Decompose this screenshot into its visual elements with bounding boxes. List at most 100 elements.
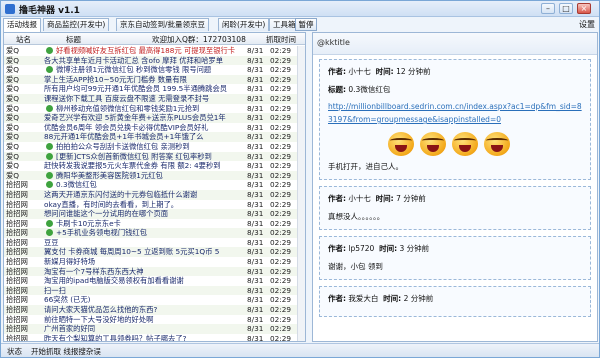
table-row[interactable]: 拾招网 okay直播，有时间的去看看，到上期了。 8/31 02:29	[4, 200, 305, 210]
table-row[interactable]: 爱Q 腾阳华美整形美容医院领1元红包 8/31 02:29	[4, 170, 305, 181]
row-title: okay直播，有时间的去看看，到上期了。	[44, 199, 179, 209]
row-site: 拾招网	[6, 266, 28, 276]
row-date: 8/31	[247, 141, 264, 151]
row-title: 前往晒特一下大号没好地的好处啊	[44, 314, 154, 324]
row-site: 爱Q	[6, 151, 20, 161]
table-row[interactable]: 爱Q 柳州移动充值领微信红包和零钱奖励1元抢到 8/31 02:29	[4, 104, 305, 114]
row-title: 赶快转发我说要报5元火车票代金券 有限 额2: 4要秒到	[44, 161, 221, 171]
table-row[interactable]: 爱Q [更新]CTS众创首新微信红包 附答案 红包率秒到 8/31 02:29	[4, 151, 305, 162]
row-date: 8/31	[247, 276, 264, 286]
red-packet-icon	[46, 229, 53, 237]
author-label: 作者:	[328, 67, 346, 76]
table-row[interactable]: 拾招网 前往晒特一下大号没好地的好处啊 8/31 02:29	[4, 315, 305, 325]
table-row[interactable]: 爱Q 所有用户均可99元开通1年优酷会员 199.5半通腾跳会员 8/31 02:29	[4, 84, 305, 94]
minimize-button[interactable]: –	[541, 3, 555, 14]
row-date: 8/31	[247, 65, 264, 75]
row-site: 拾招网	[6, 180, 28, 190]
row-date: 8/31	[247, 257, 264, 267]
row-site: 爱Q	[6, 141, 20, 151]
column-header-site[interactable]: 站名	[16, 34, 31, 45]
tab-product-monitor[interactable]: 商品监控(开发中)	[43, 18, 110, 31]
post-list: 作者: 小十七 时间: 12 分钟前 标题: 0.3微信红包 http://mill…	[313, 59, 597, 323]
post-body: 标题: 0.3微信红包 http://millionbillboard.sedri…	[328, 83, 582, 173]
tab-jd-signin[interactable]: 京东自动签到/批量领京豆	[116, 18, 210, 31]
table-row[interactable]: 爱Q 优酷会员6周年 领会员兑换卡必得优酷VIP会员好礼 8/31 02:29	[4, 123, 305, 133]
row-site: 拾招网	[6, 295, 28, 305]
row-date: 8/31	[247, 247, 264, 257]
maximize-button[interactable]: □	[559, 3, 573, 14]
row-date: 8/31	[247, 285, 264, 295]
row-title: 新媒月得好特场	[44, 257, 96, 267]
table-row[interactable]: 爱Q 微博注册领1元微信红包 秒到微信零钱 限号问题 8/31 02:29	[4, 65, 305, 75]
row-title: 想问问谁能这个一分试用的在哪个页面	[44, 209, 169, 219]
list-header: 站名 标题 欢迎加入Q群：172703108 抓取时间	[4, 33, 305, 45]
row-date: 8/31	[247, 170, 264, 180]
row-date: 8/31	[247, 151, 264, 161]
table-row[interactable]: 爱Q 好看视频喊好友互拆红包 最高得188元 可提现至银行卡 8/31 02:29	[4, 46, 305, 56]
row-title: 淘宝有一个7号样东西东西大神	[44, 266, 144, 276]
status-bar: 状态 开始抓取 线报搜杂误	[1, 343, 599, 357]
table-row[interactable]: 拾招网 昨天有个梨知算的工具领券吗？帖子哪去了? 8/31 02:29	[4, 334, 305, 341]
table-row[interactable]: 拾招网 卡刷卡10元京东e卡 8/31 02:29	[4, 219, 305, 229]
table-row[interactable]: 拾招网 淘宝用的ipad电脑版交易领权有加看看谢谢 8/31 02:29	[4, 276, 305, 286]
table-row[interactable]: 拾招网 +5手机业务领电视门钱红包 8/31 02:29	[4, 228, 305, 238]
time-label: 时间:	[383, 294, 402, 303]
settings-button[interactable]: 设置	[579, 19, 595, 30]
author-label: 作者:	[328, 294, 346, 303]
post-author[interactable]: 我爱大白	[348, 294, 378, 303]
row-title: 课程送你下载工具 百度云盘不限速 无需登录不封号	[44, 93, 210, 103]
row-title: 广州首家的好同	[44, 324, 96, 334]
time-label: 时间:	[379, 244, 398, 253]
post-author[interactable]: 小十七	[348, 67, 371, 76]
table-row[interactable]: 拾招网 豆豆 8/31 02:29	[4, 238, 305, 248]
row-date: 8/31	[247, 314, 264, 324]
table-row[interactable]: 爱Q 拍拍拍公众号刮刮卡送微信红包 亲测秒到 8/31 02:29	[4, 142, 305, 152]
tab-xianyu[interactable]: 闲聆(开发中)	[218, 18, 270, 31]
table-row[interactable]: 爱Q 掌上生活APP抢10~50元无门槛券 数量有限 8/31 02:29	[4, 74, 305, 85]
table-row[interactable]: 拾招网 广州首家的好同 8/31 02:29	[4, 324, 305, 334]
title-label: 标题:	[328, 85, 346, 94]
table-row[interactable]: 爱Q 赶快转发我说要报5元火车票代金券 有限 额2: 4要秒到 8/31 02:29	[4, 161, 305, 171]
red-packet-icon	[46, 171, 53, 179]
post-author[interactable]: 小十七	[348, 194, 371, 203]
table-row[interactable]: 拾招网 想问问谁能这个一分试用的在哪个页面 8/31 02:29	[4, 209, 305, 219]
post-card: 作者: 我爱大白 时间: 2 分钟前	[319, 286, 591, 317]
table-row[interactable]: 爱Q 各大共享单车近月卡活动汇总 含ofo 摩拜 优拜和哈罗单 8/31 02:29	[4, 55, 305, 66]
row-date: 8/31	[247, 324, 264, 334]
row-site: 爱Q	[6, 161, 20, 171]
table-row[interactable]: 爱Q 爱奇艺兴学有欢迎 5折黄金年费+送京东PLUS会员兑1年 8/31 02:29	[4, 113, 305, 123]
row-site: 拾招网	[6, 228, 28, 238]
red-packet-icon	[46, 47, 53, 54]
column-header-time[interactable]: 抓取时间	[266, 34, 296, 45]
post-link[interactable]: http://millionbillboard.sedrin.com.cn/in…	[328, 102, 582, 124]
row-site: 爱Q	[6, 74, 20, 84]
column-header-title[interactable]: 标题	[66, 34, 81, 45]
row-date: 8/31	[247, 209, 264, 219]
table-row[interactable]: 拾招网 新媒月得好特场 8/31 02:29	[4, 257, 305, 267]
table-row[interactable]: 拾招网 翼支付 卡券商城 每周周10~5 立返到账 5元买1Q币 5 8/31 02:…	[4, 247, 305, 258]
table-row[interactable]: 拾招网 请问大家天猫优品怎么找他的东西? 8/31 02:29	[4, 305, 305, 315]
close-button[interactable]: ×	[577, 3, 591, 14]
table-row[interactable]: 拾招网 66突然 (已无) 8/31 02:29	[4, 295, 305, 305]
pause-button[interactable]: 暂停	[295, 18, 317, 31]
list-scrollbar[interactable]	[297, 46, 305, 341]
table-row[interactable]: 拾招网 扫一扫 8/31 02:29	[4, 285, 305, 296]
row-title: 好看视频喊好友互拆红包 最高得188元 可提现至银行卡	[56, 46, 236, 55]
table-row[interactable]: 拾招网 0.3微信红包 8/31 02:29	[4, 180, 305, 190]
table-row[interactable]: 爱Q 课程送你下载工具 百度云盘不限速 无需登录不封号 8/31 02:29	[4, 93, 305, 104]
tab-activity-feed[interactable]: 活动线报	[3, 18, 41, 32]
row-date: 8/31	[247, 237, 264, 247]
post-time: 7 分钟前	[396, 194, 426, 203]
row-title: 各大共享单车近月卡活动汇总 含ofo 摩拜 优拜和哈罗单	[44, 55, 223, 65]
table-row[interactable]: 拾招网 淘宝有一个7号样东西东西大神 8/31 02:29	[4, 266, 305, 277]
row-site: 爱Q	[6, 122, 20, 132]
row-site: 拾招网	[6, 314, 28, 324]
row-site: 爱Q	[6, 103, 20, 113]
row-site: 爱Q	[6, 93, 20, 103]
row-site: 爱Q	[6, 65, 20, 75]
table-row[interactable]: 爱Q 88元开通1年优酷会员+1年书城会员+1年饿了么 8/31 02:29	[4, 132, 305, 142]
post-author[interactable]: lp5720	[348, 244, 374, 253]
row-site: 拾招网	[6, 285, 28, 295]
row-date: 8/31	[247, 74, 264, 84]
table-row[interactable]: 拾招网 这两天开通京东闪付送的十元券包临抵什么谢谢 8/31 02:29	[4, 189, 305, 200]
